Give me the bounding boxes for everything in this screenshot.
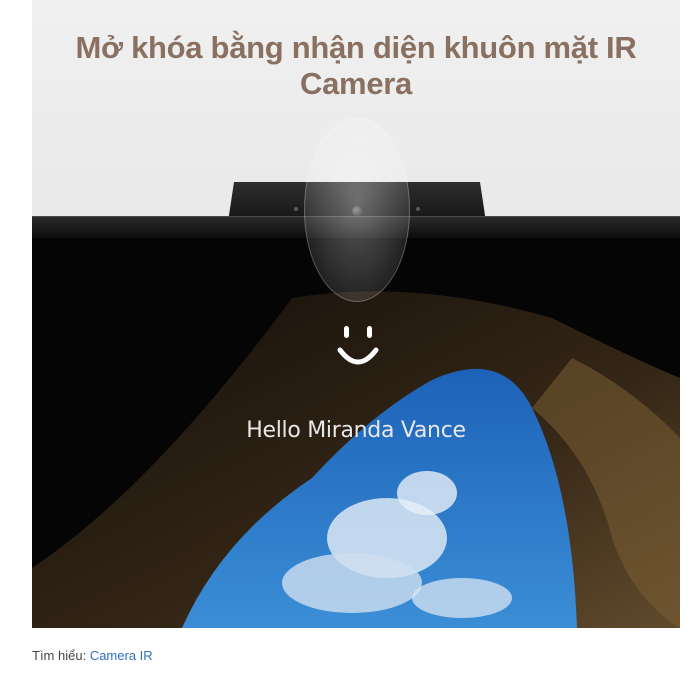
smiley-face-icon <box>337 326 379 365</box>
camera-magnifier-highlight <box>304 118 410 302</box>
camera-ir-link[interactable]: Camera IR <box>90 648 153 663</box>
banner-title: Mở khóa bằng nhận diện khuôn mặt IR Came… <box>75 30 637 101</box>
ir-camera-banner: Mở khóa bằng nhận diện khuôn mặt IR Came… <box>32 0 680 628</box>
sensor-dot-icon <box>294 207 298 211</box>
greeting-text: Hello Miranda Vance <box>246 418 466 443</box>
footer-learn-more: Tìm hiểu: Camera IR <box>32 648 153 663</box>
footer-prefix: Tìm hiểu: <box>32 648 87 663</box>
sensor-dot-icon <box>416 207 420 211</box>
